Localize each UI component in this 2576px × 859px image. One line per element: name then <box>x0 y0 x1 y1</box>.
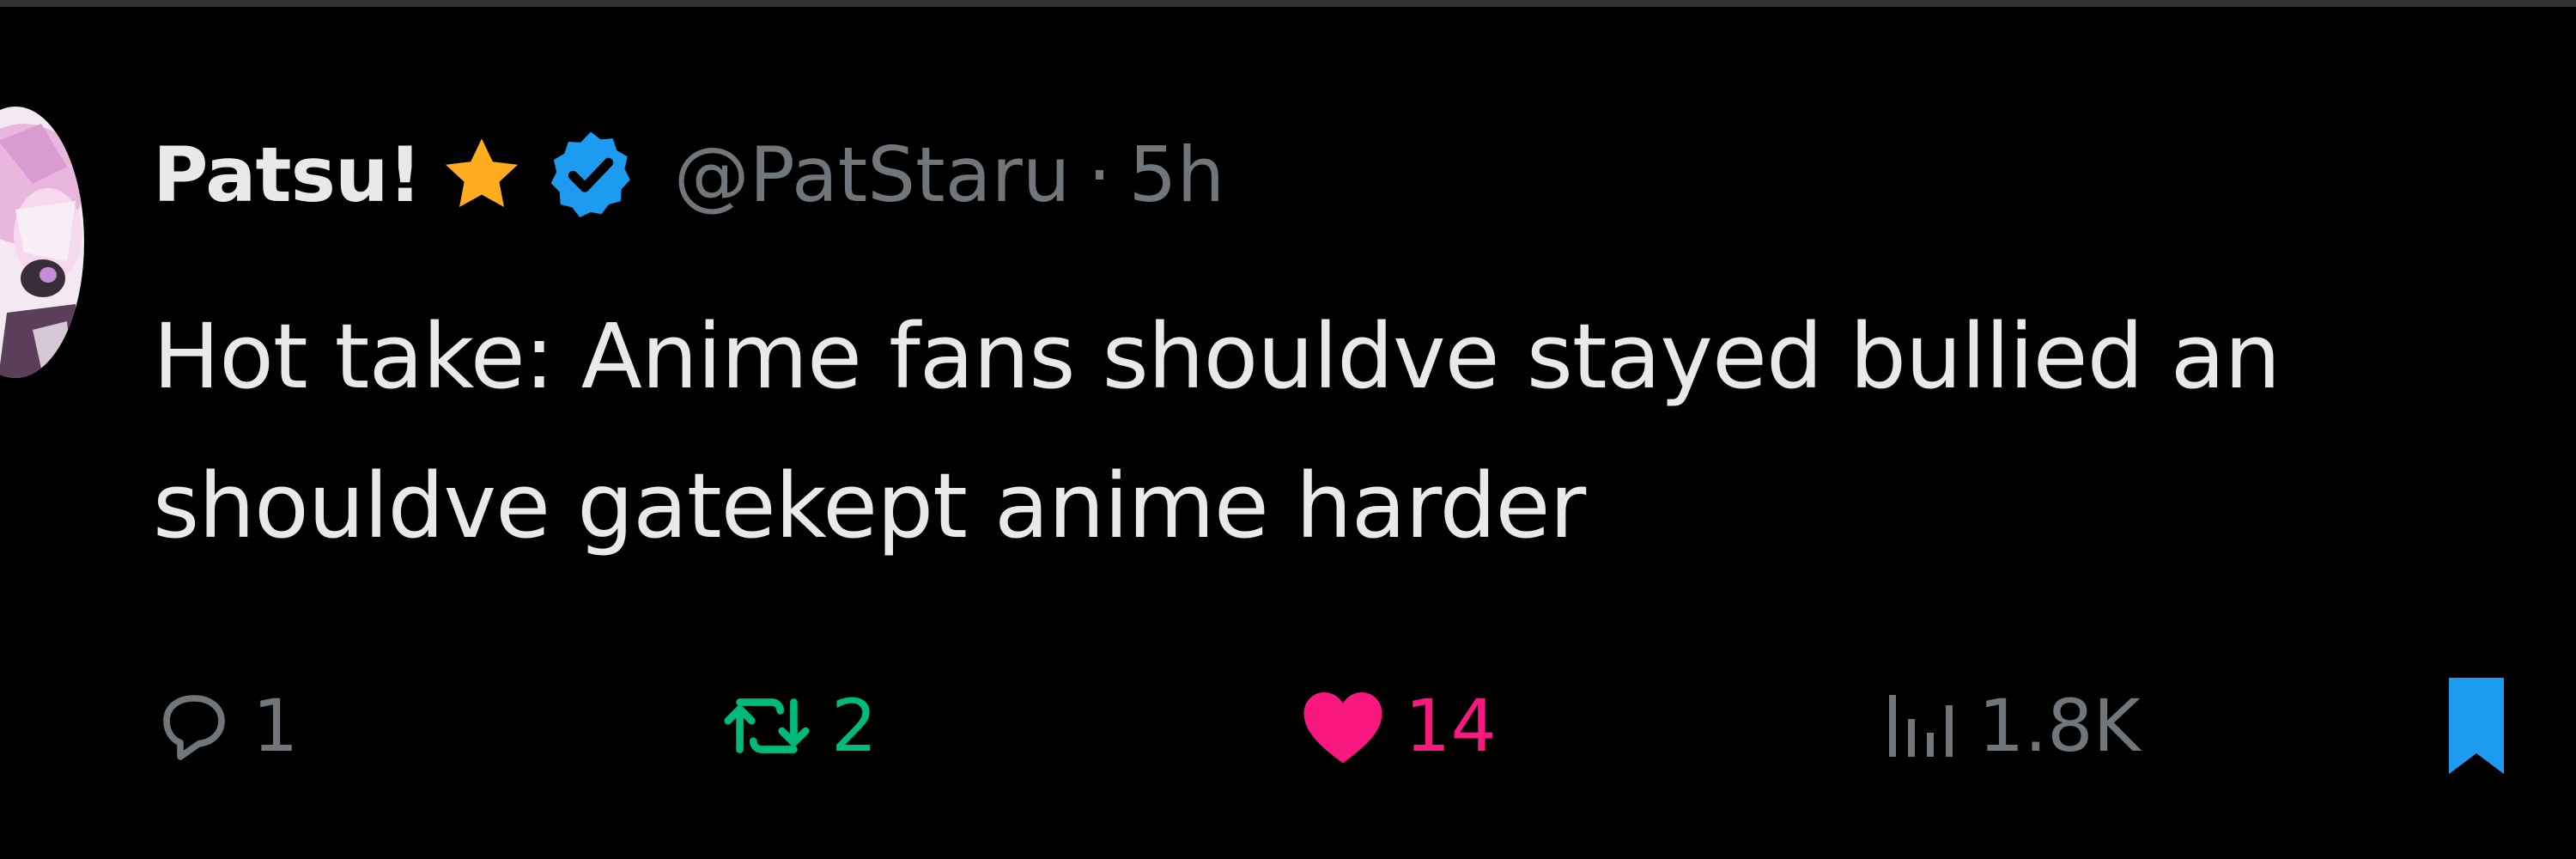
bookmark-icon <box>2449 678 2504 774</box>
display-name[interactable]: Patsu! <box>153 131 422 219</box>
avatar[interactable] <box>0 107 84 378</box>
heart-icon <box>1303 692 1382 764</box>
retweet-icon <box>724 698 810 753</box>
views-button[interactable]: 1.8K <box>1879 670 2141 782</box>
views-icon <box>1889 695 1953 757</box>
reply-count: 1 <box>252 684 299 768</box>
top-divider <box>0 0 2576 7</box>
tweet-actions: 1 2 14 1.8K <box>153 670 2576 782</box>
tweet-text-line: shouldve gatekept anime harder <box>153 454 1586 558</box>
tweet-text-line: Hot take: Anime fans shouldve stayed bul… <box>153 304 2281 409</box>
star-icon <box>445 138 518 207</box>
like-count: 14 <box>1405 684 1497 768</box>
bookmark-button[interactable] <box>2442 670 2511 782</box>
retweet-button[interactable]: 2 <box>720 670 877 782</box>
tweet-header: Patsu! @PatStaru · 5h <box>153 119 1224 230</box>
retweet-count: 2 <box>831 684 878 768</box>
separator-dot: · <box>1087 130 1112 219</box>
views-count: 1.8K <box>1978 684 2141 768</box>
verified-badge-icon[interactable] <box>544 127 638 222</box>
timestamp[interactable]: 5h <box>1129 131 1225 219</box>
user-handle[interactable]: @PatStaru <box>674 131 1071 219</box>
like-button[interactable]: 14 <box>1298 670 1497 782</box>
tweet-text: Hot take: Anime fans shouldve stayed bul… <box>153 282 2576 581</box>
reply-button[interactable]: 1 <box>153 670 298 782</box>
reply-icon <box>163 695 225 760</box>
avatar-image <box>0 107 84 378</box>
